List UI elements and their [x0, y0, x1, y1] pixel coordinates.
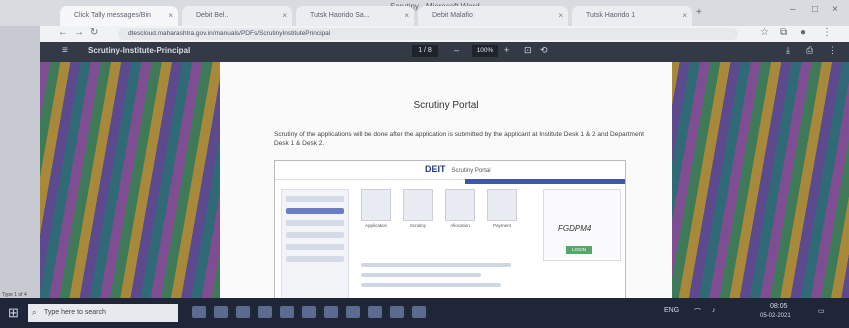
embedded-sidebar: [281, 189, 349, 299]
network-icon[interactable]: ⌒: [694, 307, 701, 317]
print-icon[interactable]: ⎙: [806, 45, 813, 56]
download-icon[interactable]: ⤓: [786, 45, 790, 56]
close-window-icon[interactable]: ×: [832, 4, 838, 15]
card: Allocation: [445, 189, 475, 228]
profile-icon[interactable]: ●: [800, 27, 806, 38]
zoom-level[interactable]: 100%: [472, 45, 498, 57]
embedded-login-panel: FGDPM4 LOGIN: [543, 189, 621, 261]
windows-start-icon[interactable]: ⊞: [8, 305, 19, 321]
new-tab-icon[interactable]: +: [696, 7, 702, 18]
browser-tab-strip: Scrutiny - Microsoft Word Click Tally me…: [0, 0, 849, 26]
store-icon[interactable]: [258, 306, 272, 318]
list-item: [361, 283, 501, 287]
tab-1[interactable]: Click Tally messages/Bin ×: [60, 6, 178, 26]
minimize-icon[interactable]: –: [790, 4, 796, 15]
menu-icon[interactable]: ⋮: [822, 27, 832, 38]
app-icon[interactable]: [368, 306, 382, 318]
close-icon[interactable]: ×: [168, 6, 173, 26]
pdf-toolbar: ≡ Scrutiny-Institute-Principal 1 / 8 – 1…: [40, 42, 849, 62]
card-caption: Allocation: [450, 223, 470, 228]
login-button: LOGIN: [566, 246, 592, 254]
embedded-list: [361, 257, 531, 293]
card: Scrutiny: [403, 189, 433, 228]
close-icon[interactable]: ×: [404, 6, 409, 26]
list-item: [286, 220, 344, 226]
taskbar: ⊞ ⌕ Type here to search ENG ⌒ ♪ 08:05 05-…: [0, 298, 849, 328]
maximize-icon[interactable]: □: [812, 4, 818, 15]
bookmark-icon[interactable]: ☆: [760, 27, 769, 38]
tab-label: Tutsk Haorido 1: [586, 12, 636, 19]
task-view-icon[interactable]: [192, 306, 206, 318]
address-bar[interactable]: dtescloud.maharashtra.gov.in/manuals/PDF…: [118, 28, 738, 40]
search-icon: ⌕: [32, 308, 37, 317]
tab-label: Debit Malafio: [432, 12, 473, 19]
more-icon[interactable]: ⋮: [828, 45, 837, 56]
list-item: [361, 263, 511, 267]
rotate-icon[interactable]: ⟲: [540, 45, 548, 56]
tab-label: Tutsk Haorido Sa...: [310, 12, 370, 19]
app-icon[interactable]: [412, 306, 426, 318]
language-indicator[interactable]: ENG: [664, 307, 679, 314]
chrome-icon[interactable]: [302, 306, 316, 318]
background-window: Type 1 of 4: [0, 26, 40, 298]
embedded-cards: Application Scrutiny Allocation Payment: [361, 189, 531, 243]
app-icon[interactable]: [390, 306, 404, 318]
page-title: Scrutiny Portal: [413, 100, 479, 111]
zoom-in-icon[interactable]: +: [504, 45, 509, 55]
tab-3[interactable]: Tutsk Haorido Sa... ×: [296, 6, 414, 26]
close-icon[interactable]: ×: [282, 6, 287, 26]
list-item: [286, 196, 344, 202]
card-caption: Application: [364, 223, 387, 228]
list-item: [361, 273, 481, 277]
list-item: [286, 256, 344, 262]
folder-icon[interactable]: [236, 306, 250, 318]
back-icon[interactable]: ←: [58, 27, 68, 38]
list-item: [286, 208, 344, 214]
tab-label: Click Tally messages/Bin: [74, 12, 151, 19]
embedded-ribbon: [465, 179, 625, 184]
clock-time: 08:05: [770, 303, 788, 310]
browser-toolbar: ← → ↻ dtescloud.maharashtra.gov.in/manua…: [0, 26, 849, 43]
excel-icon[interactable]: [346, 306, 360, 318]
tab-label: Debit Bel..: [196, 12, 229, 19]
volume-icon[interactable]: ♪: [712, 307, 716, 314]
card-caption: Scrutiny: [409, 223, 427, 228]
card-caption: Payment: [493, 223, 511, 228]
menu-icon[interactable]: ≡: [62, 45, 68, 56]
card: Application: [361, 189, 391, 228]
edge-icon[interactable]: [214, 306, 228, 318]
tab-5[interactable]: Tutsk Haorido 1 ×: [572, 6, 692, 26]
page-body-text: Scrutiny of the applications will be don…: [274, 131, 644, 147]
clock-date: 05-02-2021: [760, 313, 791, 319]
forward-icon[interactable]: →: [74, 27, 84, 38]
word-icon[interactable]: [324, 306, 338, 318]
embedded-header: DEIT Scrutiny Portal: [275, 161, 625, 180]
tab-4[interactable]: Debit Malafio ×: [418, 6, 568, 26]
reload-icon[interactable]: ↻: [90, 27, 98, 38]
card: Payment: [487, 189, 517, 228]
taskbar-search[interactable]: ⌕ Type here to search: [28, 304, 178, 322]
notification-icon[interactable]: ▭: [818, 307, 825, 315]
pdf-page: Scrutiny Portal Scrutiny of the applicat…: [220, 62, 672, 304]
zoom-out-icon[interactable]: –: [454, 45, 459, 55]
extensions-icon[interactable]: ⧉: [780, 27, 787, 38]
page-number-input[interactable]: 1 / 8: [412, 45, 438, 57]
close-icon[interactable]: ×: [558, 6, 563, 26]
pdf-title: Scrutiny-Institute-Principal: [88, 46, 191, 55]
embedded-screenshot: DEIT Scrutiny Portal Application Scrutiny…: [274, 160, 626, 304]
list-item: [286, 232, 344, 238]
mail-icon[interactable]: [280, 306, 294, 318]
fit-page-icon[interactable]: ⊡: [524, 45, 532, 56]
close-icon[interactable]: ×: [682, 6, 687, 26]
deit-logo: DEIT Scrutiny Portal: [425, 164, 491, 174]
list-item: [286, 244, 344, 250]
search-placeholder: Type here to search: [44, 309, 106, 316]
tab-2[interactable]: Debit Bel.. ×: [182, 6, 292, 26]
captcha-text: FGDPM4: [558, 224, 592, 233]
